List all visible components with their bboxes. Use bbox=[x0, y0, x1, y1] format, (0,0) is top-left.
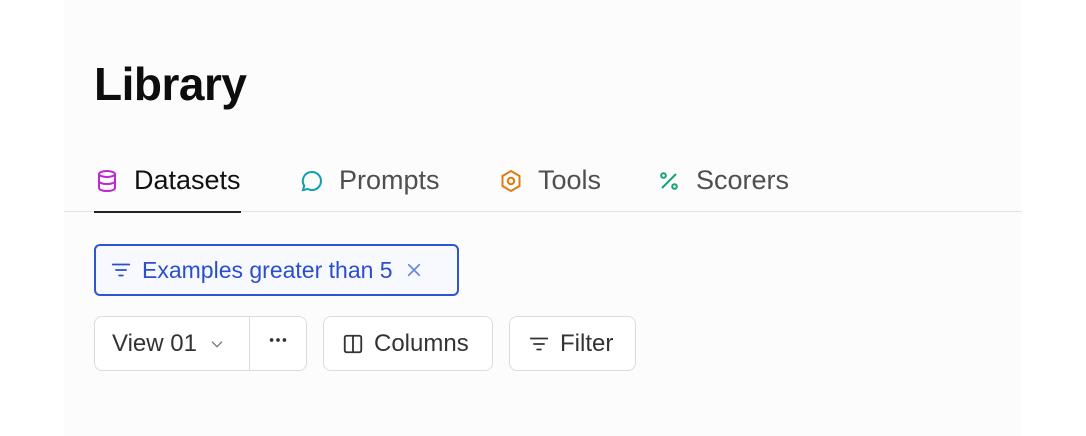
tab-label: Tools bbox=[538, 165, 602, 195]
chevron-down-icon bbox=[209, 336, 225, 352]
columns-button[interactable]: Columns bbox=[323, 316, 493, 371]
filter-button-label: Filter bbox=[560, 329, 614, 357]
view-selector-label: View 01 bbox=[112, 329, 197, 357]
ellipsis-icon bbox=[267, 329, 289, 358]
chat-bubble-icon bbox=[299, 168, 325, 194]
filter-button[interactable]: Filter bbox=[509, 316, 636, 371]
filter-icon bbox=[528, 333, 550, 355]
tab-bar: Datasets Prompts Tools Scorers bbox=[64, 150, 1022, 213]
columns-icon bbox=[342, 333, 364, 355]
tab-tools[interactable]: Tools bbox=[498, 150, 601, 211]
view-button-group: View 01 bbox=[94, 316, 307, 371]
percent-icon bbox=[656, 168, 682, 194]
tab-datasets[interactable]: Datasets bbox=[94, 150, 241, 213]
database-icon bbox=[94, 168, 120, 194]
more-options-button[interactable] bbox=[250, 317, 306, 370]
columns-button-label: Columns bbox=[374, 329, 469, 357]
tab-label: Scorers bbox=[696, 165, 790, 195]
tab-prompts[interactable]: Prompts bbox=[299, 150, 440, 211]
close-icon[interactable] bbox=[405, 261, 423, 279]
tab-label: Datasets bbox=[134, 165, 241, 195]
view-selector[interactable]: View 01 bbox=[95, 317, 250, 370]
tab-scorers[interactable]: Scorers bbox=[656, 150, 789, 211]
tab-label: Prompts bbox=[339, 165, 440, 195]
page-title: Library bbox=[94, 58, 247, 110]
active-filter-chip[interactable]: Examples greater than 5 bbox=[94, 244, 459, 296]
filter-chip-label: Examples greater than 5 bbox=[142, 256, 393, 283]
filter-icon bbox=[110, 259, 132, 281]
hexagon-icon bbox=[498, 168, 524, 194]
